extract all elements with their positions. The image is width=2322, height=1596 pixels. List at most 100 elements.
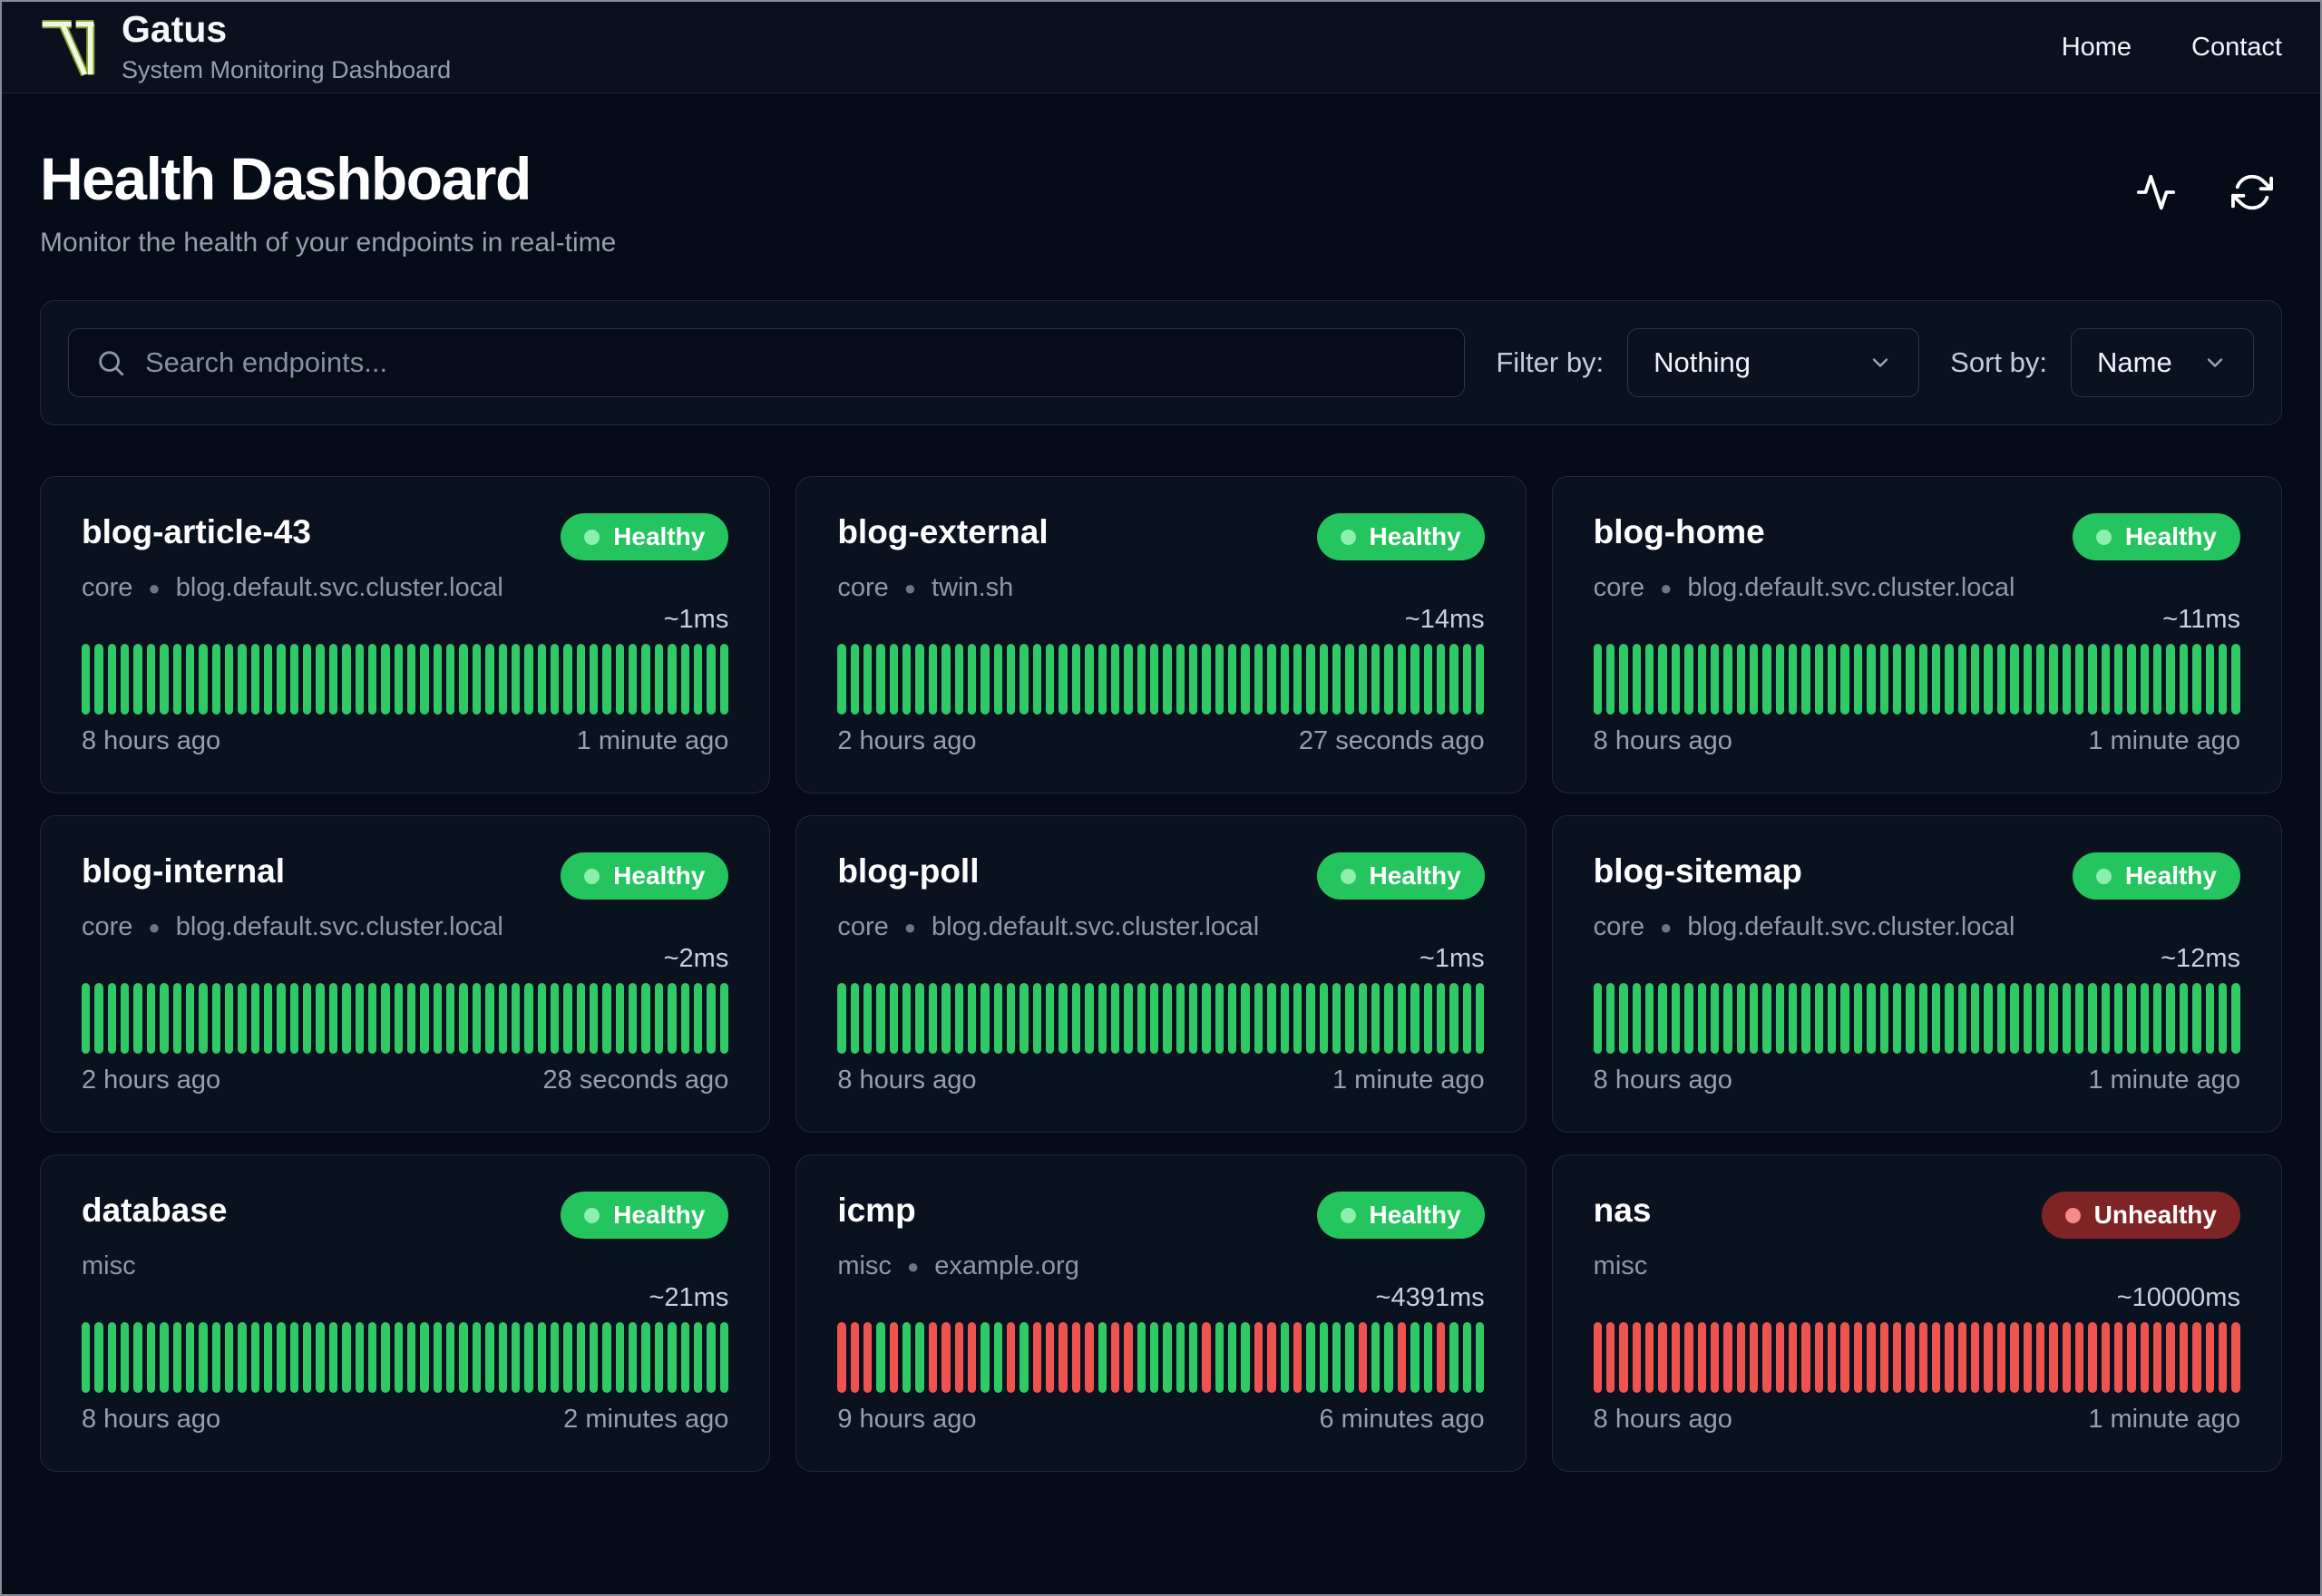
status-bar[interactable]	[1658, 644, 1667, 715]
status-bar[interactable]	[185, 1322, 195, 1393]
status-bar[interactable]	[1996, 1322, 2006, 1393]
status-bar[interactable]	[2074, 1322, 2084, 1393]
status-bar[interactable]	[1032, 644, 1042, 715]
status-bar[interactable]	[1280, 644, 1289, 715]
status-bar[interactable]	[1723, 1322, 1732, 1393]
status-bar[interactable]	[615, 983, 625, 1054]
status-bar[interactable]	[1332, 644, 1341, 715]
status-bar[interactable]	[915, 644, 924, 715]
status-bar[interactable]	[250, 1322, 260, 1393]
status-bar[interactable]	[238, 983, 247, 1054]
status-bar[interactable]	[1007, 1322, 1016, 1393]
status-bar[interactable]	[1137, 983, 1146, 1054]
status-bar[interactable]	[459, 1322, 468, 1393]
status-bar[interactable]	[1593, 644, 1603, 715]
status-bar[interactable]	[641, 983, 650, 1054]
status-bar[interactable]	[328, 983, 338, 1054]
status-bar[interactable]	[1071, 983, 1081, 1054]
status-bar[interactable]	[121, 644, 130, 715]
status-bar[interactable]	[1449, 1322, 1459, 1393]
status-bar[interactable]	[1879, 983, 1888, 1054]
status-bar[interactable]	[576, 644, 586, 715]
status-bar[interactable]	[1449, 983, 1459, 1054]
status-bar[interactable]	[82, 1322, 91, 1393]
status-bar[interactable]	[1671, 1322, 1681, 1393]
status-bar[interactable]	[550, 644, 560, 715]
status-bar[interactable]	[1684, 644, 1693, 715]
status-bar[interactable]	[2114, 1322, 2123, 1393]
sort-select[interactable]: Name	[2071, 328, 2254, 397]
status-bar[interactable]	[1215, 1322, 1224, 1393]
status-bar[interactable]	[1202, 1322, 1211, 1393]
status-bar[interactable]	[1632, 983, 1642, 1054]
status-bar[interactable]	[1163, 983, 1172, 1054]
status-bar[interactable]	[1410, 983, 1420, 1054]
status-bar[interactable]	[328, 1322, 338, 1393]
endpoint-card[interactable]: blog-sitemap Healthy core ● blog.default…	[1551, 815, 2282, 1133]
status-bar[interactable]	[876, 983, 885, 1054]
status-bar[interactable]	[915, 1322, 924, 1393]
status-bar[interactable]	[1007, 983, 1016, 1054]
status-bar[interactable]	[928, 983, 938, 1054]
status-bar[interactable]	[264, 644, 273, 715]
status-bar[interactable]	[160, 1322, 169, 1393]
status-bar[interactable]	[1749, 1322, 1759, 1393]
status-bar[interactable]	[1124, 1322, 1133, 1393]
status-bar[interactable]	[693, 1322, 703, 1393]
status-bar[interactable]	[1475, 644, 1485, 715]
status-bar[interactable]	[1215, 983, 1224, 1054]
status-bar[interactable]	[1593, 983, 1603, 1054]
status-bar[interactable]	[433, 644, 443, 715]
status-bar[interactable]	[2205, 644, 2214, 715]
status-bar[interactable]	[146, 1322, 156, 1393]
status-bar[interactable]	[420, 1322, 429, 1393]
status-bar[interactable]	[2218, 1322, 2228, 1393]
status-bar[interactable]	[1775, 644, 1785, 715]
status-bar[interactable]	[289, 983, 299, 1054]
status-bar[interactable]	[1984, 983, 1993, 1054]
status-bar[interactable]	[498, 644, 507, 715]
status-bar[interactable]	[654, 644, 664, 715]
status-bar[interactable]	[2153, 983, 2162, 1054]
status-bar[interactable]	[2101, 983, 2111, 1054]
status-bar[interactable]	[889, 983, 899, 1054]
status-bar[interactable]	[2088, 644, 2097, 715]
status-bar[interactable]	[1593, 1322, 1603, 1393]
status-bar[interactable]	[224, 983, 234, 1054]
status-bar[interactable]	[1254, 1322, 1263, 1393]
status-bar[interactable]	[1723, 983, 1732, 1054]
status-bar[interactable]	[2140, 1322, 2150, 1393]
status-bar[interactable]	[1241, 1322, 1250, 1393]
status-bar[interactable]	[406, 644, 416, 715]
status-bar[interactable]	[1020, 644, 1029, 715]
status-bar[interactable]	[915, 983, 924, 1054]
status-bar[interactable]	[82, 644, 91, 715]
status-bar[interactable]	[238, 1322, 247, 1393]
status-bar[interactable]	[146, 983, 156, 1054]
status-bar[interactable]	[1906, 1322, 1915, 1393]
status-bar[interactable]	[1462, 983, 1471, 1054]
status-bar[interactable]	[1762, 1322, 1771, 1393]
status-bar[interactable]	[1332, 1322, 1341, 1393]
status-bar[interactable]	[850, 1322, 860, 1393]
status-bar[interactable]	[367, 983, 377, 1054]
status-bar[interactable]	[342, 1322, 351, 1393]
status-bar[interactable]	[654, 983, 664, 1054]
status-bar[interactable]	[629, 983, 638, 1054]
status-bar[interactable]	[420, 983, 429, 1054]
status-bar[interactable]	[1163, 644, 1172, 715]
status-bar[interactable]	[902, 983, 912, 1054]
status-bar[interactable]	[550, 1322, 560, 1393]
status-bar[interactable]	[1971, 983, 1980, 1054]
status-bar[interactable]	[1619, 1322, 1628, 1393]
status-bar[interactable]	[316, 644, 325, 715]
status-bar[interactable]	[355, 1322, 364, 1393]
status-bar[interactable]	[1645, 644, 1654, 715]
status-bar[interactable]	[1098, 644, 1107, 715]
status-bar[interactable]	[1267, 1322, 1276, 1393]
status-bar[interactable]	[954, 983, 963, 1054]
status-bar[interactable]	[2074, 644, 2084, 715]
status-bar[interactable]	[1789, 644, 1798, 715]
status-bar[interactable]	[1020, 983, 1029, 1054]
status-bar[interactable]	[1345, 644, 1354, 715]
